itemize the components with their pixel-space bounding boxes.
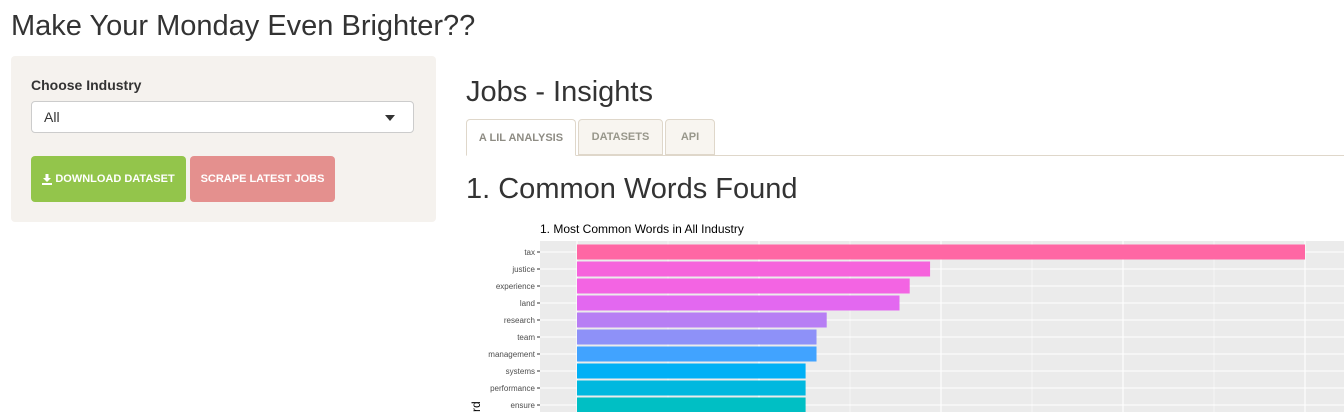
chart-tick-label-land: land — [520, 299, 535, 308]
sidebar-panel: Choose Industry All DOWNLOAD DATASET SCR… — [11, 56, 436, 222]
chart-bar-team — [577, 329, 817, 345]
tab-bar: A LIL ANALYSIS DATASETS API — [466, 119, 1344, 156]
chart-tick-label-systems: systems — [506, 367, 535, 376]
download-dataset-button[interactable]: DOWNLOAD DATASET — [31, 156, 186, 202]
industry-label: Choose Industry — [31, 77, 142, 93]
chart-tick-label-experience: experience — [496, 282, 536, 291]
chart-bar-performance — [577, 380, 806, 396]
industry-select-value: All — [44, 109, 60, 125]
industry-select[interactable]: All — [31, 101, 414, 133]
download-icon — [42, 173, 53, 185]
scrape-jobs-label: SCRAPE LATEST JOBS — [200, 173, 325, 185]
common-words-chart: 1. Most Common Words in All Industry tax j… — [469, 222, 1344, 412]
caret-down-icon — [385, 115, 395, 121]
chart-bar-research — [577, 312, 827, 328]
chart-tick-label-performance: performance — [490, 384, 535, 393]
chart-bar-experience — [577, 278, 910, 294]
chart-tick-label-team: team — [517, 333, 535, 342]
chart-y-axis-label: rd — [469, 401, 483, 412]
chart-tick-label-justice: justice — [511, 265, 535, 274]
chart-bar-land — [577, 295, 900, 311]
chart-tick-label-ensure: ensure — [511, 401, 536, 410]
section-title: 1. Common Words Found — [466, 173, 798, 205]
chart-title: 1. Most Common Words in All Industry — [540, 222, 744, 236]
page-title: Make Your Monday Even Brighter?? — [11, 10, 476, 42]
scrape-jobs-button[interactable]: SCRAPE LATEST JOBS — [190, 156, 335, 202]
chart-tick-label-management: management — [488, 350, 535, 359]
main-title: Jobs - Insights — [466, 76, 653, 108]
download-dataset-label: DOWNLOAD DATASET — [55, 173, 175, 185]
tab-api[interactable]: API — [665, 119, 715, 155]
chart-bar-management — [577, 346, 817, 362]
tab-analysis[interactable]: A LIL ANALYSIS — [466, 119, 576, 156]
chart-bar-justice — [577, 261, 931, 277]
chart-bar-ensure — [577, 397, 806, 412]
chart-tick-label-tax: tax — [524, 248, 535, 257]
chart-tick-label-research: research — [504, 316, 535, 325]
chart-bar-tax — [577, 244, 1305, 260]
tab-datasets[interactable]: DATASETS — [578, 119, 663, 155]
chart-bar-systems — [577, 363, 806, 379]
